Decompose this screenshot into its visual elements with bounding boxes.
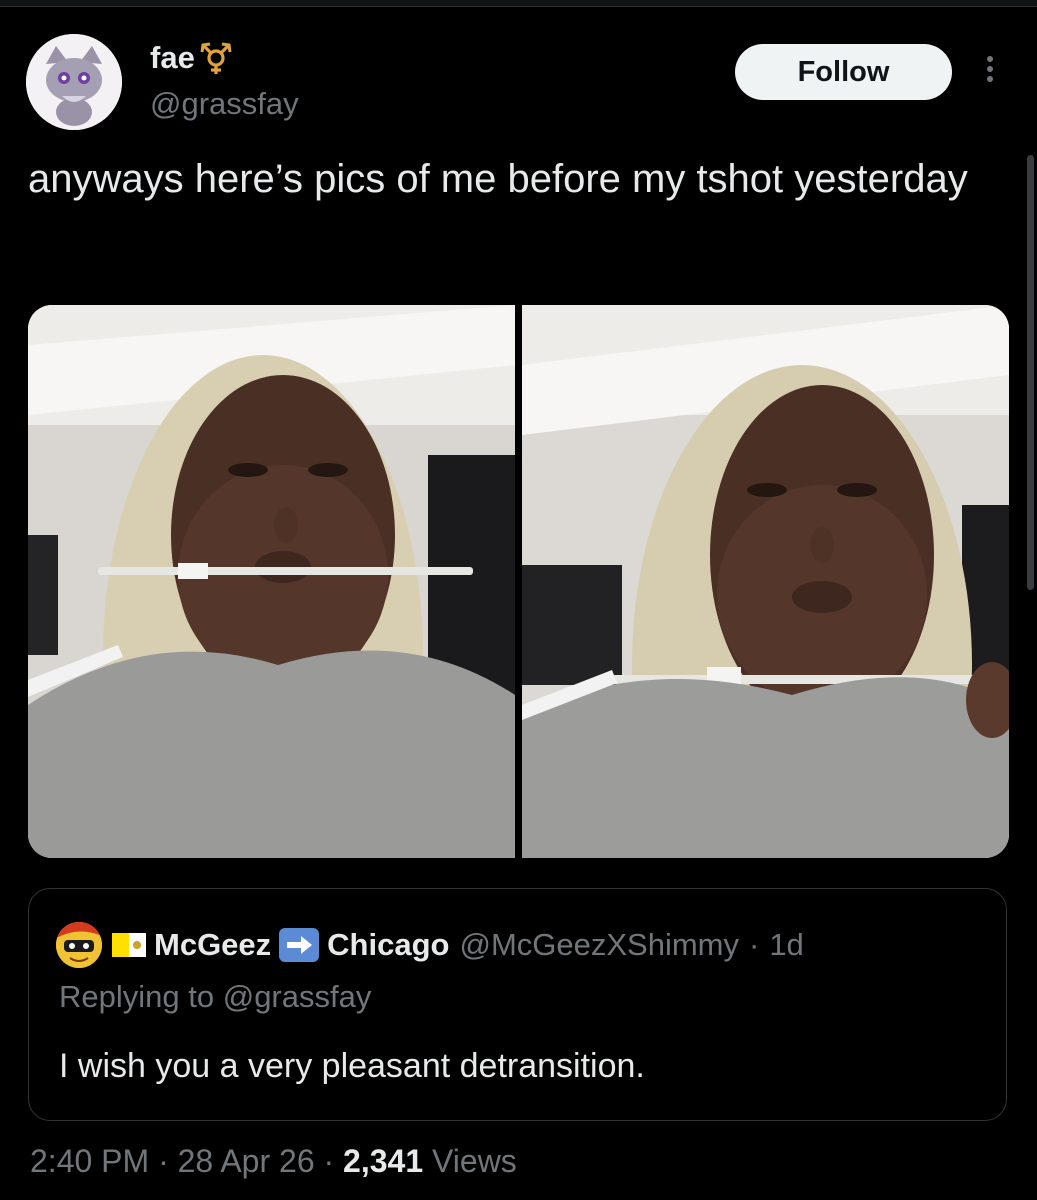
author-display-name[interactable]: fae xyxy=(150,40,195,76)
scrollbar[interactable] xyxy=(1027,155,1034,590)
tweet-date[interactable]: 28 Apr 26 xyxy=(178,1143,315,1179)
replying-to-line: Replying to @grassfay xyxy=(59,979,371,1015)
sunset-shimmer-avatar-icon xyxy=(56,922,102,968)
views-count[interactable]: 2,341 xyxy=(343,1143,423,1179)
quoted-author-name-part1: McGeez xyxy=(154,927,272,962)
follow-button[interactable]: Follow xyxy=(735,44,952,100)
replying-to-handle[interactable]: @grassfay xyxy=(223,979,372,1014)
quoted-separator: · xyxy=(748,927,760,962)
quoted-tweet-text: I wish you a very pleasant detransition. xyxy=(59,1047,645,1085)
quoted-author-name-part2: Chicago xyxy=(327,927,450,962)
more-dot-icon xyxy=(987,66,993,72)
quoted-author-avatar[interactable] xyxy=(56,922,102,968)
author-handle[interactable]: @grassfay xyxy=(150,86,299,122)
more-dot-icon xyxy=(987,56,993,62)
quoted-author-name[interactable]: McGeez Chicago xyxy=(112,927,449,963)
quoted-tweet-header: McGeez Chicago @McGeezXShimmy · 1d xyxy=(56,922,804,968)
author-avatar[interactable] xyxy=(26,34,122,130)
tweet-time[interactable]: 2:40 PM xyxy=(30,1143,149,1179)
vatican-flag-icon xyxy=(112,933,146,957)
quoted-author-handle[interactable]: @McGeezXShimmy xyxy=(459,927,739,963)
meta-separator: · xyxy=(158,1143,169,1179)
author-name-row[interactable]: fae xyxy=(150,40,233,76)
replying-prefix: Replying to xyxy=(59,979,215,1014)
tweet-text: anyways here’s pics of me before my tsho… xyxy=(28,157,968,201)
more-dot-icon xyxy=(987,76,993,82)
right-arrow-emoji-icon xyxy=(279,928,320,962)
photo-right[interactable] xyxy=(522,305,1009,858)
top-divider xyxy=(0,0,1037,7)
views-label: Views xyxy=(432,1143,517,1179)
meta-separator: · xyxy=(323,1143,335,1179)
more-options-button[interactable] xyxy=(976,52,1004,96)
photo-left[interactable] xyxy=(28,305,515,858)
quoted-time[interactable]: 1d xyxy=(769,927,803,963)
transgender-symbol-icon xyxy=(200,42,232,74)
quoted-tweet[interactable]: McGeez Chicago @McGeezXShimmy · 1d Reply… xyxy=(28,888,1007,1121)
photo-right-image xyxy=(522,305,1009,858)
tweet-meta: 2:40 PM · 28 Apr 26 · 2,341 Views xyxy=(30,1143,517,1180)
espurr-avatar-icon xyxy=(26,34,122,130)
photo-left-image xyxy=(28,305,515,858)
